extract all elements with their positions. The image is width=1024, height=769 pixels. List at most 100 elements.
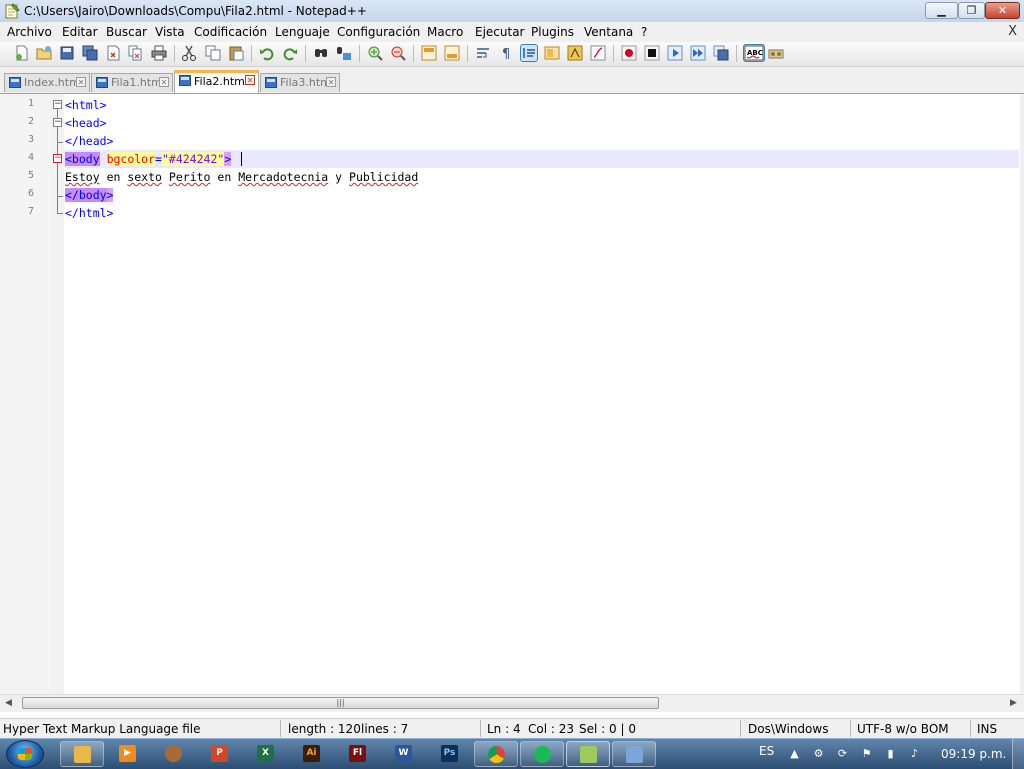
- line-number: 2: [27, 116, 34, 127]
- menu-lenguaje[interactable]: Lenguaje: [275, 25, 330, 39]
- menu-archivo[interactable]: Archivo: [7, 25, 52, 39]
- system-clock[interactable]: 09:19 p.m.: [941, 747, 1006, 761]
- menu-plugins[interactable]: Plugins: [531, 25, 574, 39]
- play-macro-icon[interactable]: [667, 45, 683, 61]
- action-center-flag-icon[interactable]: ⚑: [860, 747, 873, 760]
- taskbar-app-notepad-plus-plus[interactable]: [566, 741, 610, 767]
- save-icon[interactable]: [59, 45, 75, 61]
- taskbar-app-explorer[interactable]: [60, 741, 104, 767]
- bgcolor-value: #424242: [168, 152, 218, 166]
- explorer-icon: [74, 746, 91, 763]
- folder-workspace-icon[interactable]: [567, 45, 583, 61]
- taskbar-app-paint[interactable]: [612, 741, 656, 767]
- tab-close-icon[interactable]: ✕: [326, 77, 336, 87]
- volume-icon[interactable]: ♪: [908, 747, 921, 760]
- language-indicator[interactable]: ES: [759, 744, 774, 758]
- stop-macro-icon[interactable]: [644, 45, 660, 61]
- save-macro-icon[interactable]: [713, 45, 729, 61]
- replace-icon[interactable]: [336, 45, 352, 61]
- toolbar: ¶ ABC: [0, 42, 1024, 67]
- taskbar-app-chrome[interactable]: [474, 741, 518, 767]
- taskbar-app-spotify[interactable]: [520, 741, 564, 767]
- menu-help[interactable]: ?: [641, 25, 647, 39]
- taskbar-app-gimp[interactable]: [152, 741, 196, 767]
- record-macro-icon[interactable]: [621, 45, 637, 61]
- zoom-in-icon[interactable]: [367, 45, 383, 61]
- scrollbar-thumb[interactable]: |||: [22, 697, 659, 709]
- taskbar-app-photoshop[interactable]: Ps: [428, 741, 472, 767]
- tab-close-icon[interactable]: ✕: [245, 75, 255, 85]
- minimize-button[interactable]: ▁: [925, 2, 958, 19]
- show-all-chars-icon[interactable]: ¶: [498, 45, 514, 62]
- save-status-icon: [9, 77, 21, 88]
- sync-horizontal-icon[interactable]: [444, 45, 460, 61]
- indent-guide-icon[interactable]: [520, 44, 538, 62]
- tab-close-icon[interactable]: ✕: [76, 77, 86, 87]
- tab-fila2-html[interactable]: Fila2.html ✕: [174, 70, 259, 93]
- run-macro-multiple-icon[interactable]: [690, 45, 706, 61]
- close-file-icon[interactable]: [105, 45, 121, 61]
- zoom-out-icon[interactable]: [390, 45, 406, 61]
- find-icon[interactable]: [313, 45, 329, 61]
- menu-vista[interactable]: Vista: [155, 25, 185, 39]
- tab-fila1-html[interactable]: Fila1.html ✕: [91, 73, 173, 92]
- menu-codificacion[interactable]: Codificación: [194, 25, 267, 39]
- close-all-icon[interactable]: [128, 45, 144, 61]
- vertical-scrollbar-track[interactable]: [1020, 94, 1024, 694]
- fold-collapse-icon[interactable]: −: [53, 154, 62, 163]
- cut-icon[interactable]: [181, 45, 197, 61]
- undo-icon[interactable]: [259, 45, 275, 61]
- maximize-button[interactable]: ❐: [958, 2, 985, 19]
- taskbar-app-excel[interactable]: X: [244, 741, 288, 767]
- copy-icon[interactable]: [205, 45, 221, 61]
- fold-collapse-icon[interactable]: −: [53, 118, 62, 127]
- abc-icon[interactable]: [768, 45, 784, 61]
- menu-ejecutar[interactable]: Ejecutar: [475, 25, 525, 39]
- close-button[interactable]: ✕: [985, 2, 1020, 19]
- tab-close-icon[interactable]: ✕: [159, 77, 169, 87]
- close-document-button[interactable]: X: [1008, 24, 1017, 39]
- fold-collapse-icon[interactable]: −: [53, 100, 62, 109]
- doc-map-icon[interactable]: [544, 45, 560, 61]
- toolbar-separator: [174, 45, 175, 62]
- scroll-left-arrow-icon[interactable]: ◀: [5, 698, 12, 708]
- spell-check-icon[interactable]: ABC: [743, 44, 765, 62]
- save-all-icon[interactable]: [82, 45, 98, 61]
- title-bar[interactable]: C:\Users\Jairo\Downloads\Compu\Fila2.htm…: [0, 0, 1024, 23]
- update-icon[interactable]: ⟳: [836, 747, 849, 760]
- menu-configuracion[interactable]: Configuración: [337, 25, 420, 39]
- show-hidden-icons-icon[interactable]: ▲: [788, 747, 801, 760]
- word-wrap-icon[interactable]: [475, 45, 491, 61]
- tab-index-html[interactable]: Index.html ✕: [4, 73, 90, 92]
- text-word: Perito: [168, 170, 211, 184]
- network-sync-icon[interactable]: ⚙: [812, 747, 825, 760]
- function-list-icon[interactable]: [590, 45, 606, 61]
- wifi-signal-icon[interactable]: ▮: [884, 747, 897, 760]
- taskbar-app-word[interactable]: W: [382, 741, 426, 767]
- taskbar-app-media-player[interactable]: ▶: [106, 741, 150, 767]
- sync-vertical-icon[interactable]: [421, 45, 437, 61]
- text-word: y: [335, 170, 343, 184]
- taskbar-app-illustrator[interactable]: Ai: [290, 741, 334, 767]
- redo-icon[interactable]: [282, 45, 298, 61]
- start-button[interactable]: [6, 740, 44, 768]
- scroll-right-arrow-icon[interactable]: ▶: [1010, 698, 1017, 708]
- menu-buscar[interactable]: Buscar: [106, 25, 147, 39]
- taskbar-app-flash[interactable]: Fl: [336, 741, 380, 767]
- print-icon[interactable]: [151, 45, 167, 61]
- horizontal-scrollbar[interactable]: ◀ ||| ▶: [0, 694, 1024, 712]
- photoshop-icon: Ps: [441, 745, 458, 762]
- menu-macro[interactable]: Macro: [427, 25, 463, 39]
- code-editor[interactable]: 1 2 3 4 5 6 7 − − − <html> <head> </head…: [0, 94, 1020, 694]
- open-icon[interactable]: [36, 45, 52, 61]
- notepad-plus-plus-app-icon[interactable]: [4, 3, 20, 19]
- paste-icon[interactable]: [228, 45, 244, 61]
- taskbar-app-powerpoint[interactable]: P: [198, 741, 242, 767]
- tab-fila3-html[interactable]: Fila3.html ✕: [260, 73, 340, 92]
- menu-editar[interactable]: Editar: [62, 25, 98, 39]
- menu-ventana[interactable]: Ventana: [584, 25, 633, 39]
- text-word: Mercadotecnia: [238, 170, 329, 184]
- word-icon: W: [395, 745, 412, 762]
- new-icon[interactable]: [14, 45, 30, 61]
- show-desktop-button[interactable]: [1012, 739, 1024, 769]
